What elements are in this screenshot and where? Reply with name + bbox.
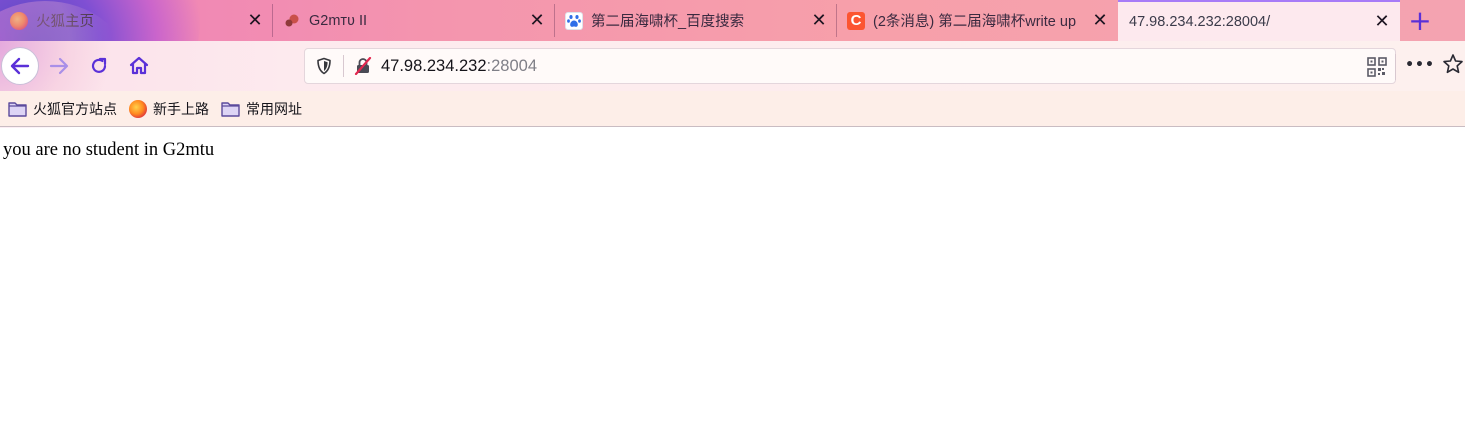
bookmark-label: 新手上路 xyxy=(153,101,209,118)
toolbar-divider xyxy=(1395,54,1396,80)
bookmark-getting-started[interactable]: 新手上路 xyxy=(129,96,209,122)
close-icon[interactable]: ✕ xyxy=(1090,11,1110,30)
address-bar[interactable]: 47.98.234.232:28004 xyxy=(304,48,1396,84)
tab-g2mtu[interactable]: G2mтʋ II ✕ xyxy=(273,0,555,41)
url-host: 47.98.234.232 xyxy=(381,56,487,75)
bookmark-star-button[interactable] xyxy=(1442,53,1464,79)
bookmark-label: 常用网址 xyxy=(246,101,302,118)
tab-title: 47.98.234.232:28004/ xyxy=(1129,13,1271,30)
bookmark-common-sites[interactable]: 常用网址 xyxy=(221,96,302,122)
close-icon[interactable]: ✕ xyxy=(245,11,265,30)
g2mtu-icon xyxy=(283,12,301,30)
plus-icon: + xyxy=(1408,3,1432,37)
tab-title: G2mтʋ II xyxy=(309,12,368,29)
arrow-right-icon xyxy=(49,57,69,75)
url-divider xyxy=(343,55,344,77)
bookmark-label: 火狐官方站点 xyxy=(33,101,117,118)
new-tab-button[interactable]: + xyxy=(1400,0,1440,41)
tab-csdn-writeup[interactable]: C (2条消息) 第二届海啸杯write up ✕ xyxy=(837,0,1118,41)
home-button[interactable] xyxy=(122,49,156,83)
baidu-paw-icon xyxy=(565,11,583,30)
csdn-c-icon: C xyxy=(847,11,865,30)
tab-current-page[interactable]: 47.98.234.232:28004/ ✕ xyxy=(1118,0,1400,41)
navigation-toolbar: 47.98.234.232:28004 ••• xyxy=(0,1,1465,141)
forward-button[interactable] xyxy=(42,49,76,83)
close-icon[interactable]: ✕ xyxy=(1372,12,1392,31)
tracking-protection-shield-icon[interactable] xyxy=(313,57,335,75)
page-actions-more-button[interactable]: ••• xyxy=(1405,55,1435,75)
page-content: you are no student in G2mtu xyxy=(0,128,1465,446)
star-icon xyxy=(1443,54,1463,74)
url-text[interactable]: 47.98.234.232:28004 xyxy=(381,57,537,76)
page-message: you are no student in G2mtu xyxy=(3,140,215,160)
bookmark-firefox-official[interactable]: 火狐官方站点 xyxy=(8,96,117,122)
home-icon xyxy=(129,56,149,75)
back-button[interactable] xyxy=(1,47,39,85)
qr-code-icon[interactable] xyxy=(1367,57,1387,81)
folder-icon xyxy=(221,102,240,117)
arrow-left-icon xyxy=(10,57,30,75)
url-port: :28004 xyxy=(486,56,537,75)
reload-button[interactable] xyxy=(82,49,116,83)
firefox-icon xyxy=(129,99,147,118)
tab-baidu-search[interactable]: 第二届海啸杯_百度搜索 ✕ xyxy=(555,0,837,41)
tab-title: (2条消息) 第二届海啸杯write up xyxy=(873,14,1077,30)
more-horizontal-icon: ••• xyxy=(1405,57,1435,73)
reload-icon xyxy=(91,57,107,73)
tab-title: 第二届海啸杯_百度搜索 xyxy=(591,14,745,30)
bookmarks-toolbar: 火狐官方站点 新手上路 常用网址 xyxy=(0,91,1465,127)
close-icon[interactable]: ✕ xyxy=(527,11,547,30)
insecure-connection-icon[interactable] xyxy=(352,57,374,75)
tab-strip: 火狐主页 ✕ G2mтʋ II ✕ 第二届海啸杯_百度搜索 ✕ xyxy=(0,0,1465,41)
folder-icon xyxy=(8,102,27,117)
close-icon[interactable]: ✕ xyxy=(809,11,829,30)
